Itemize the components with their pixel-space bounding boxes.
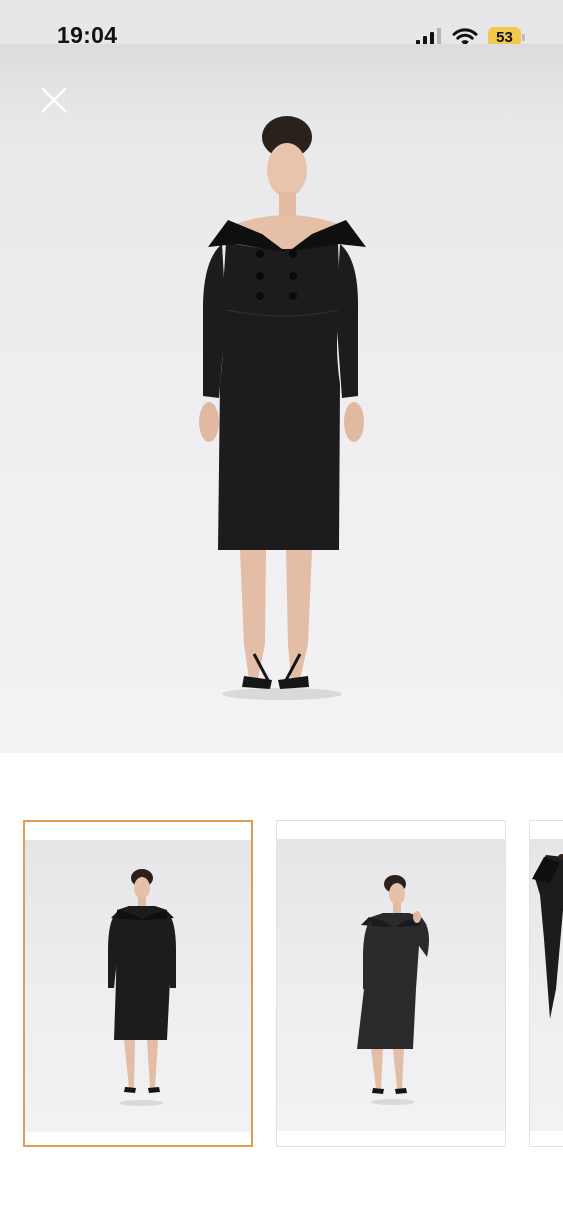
thumbnail-2-model	[357, 875, 429, 1105]
thumbnail-3-model	[532, 854, 563, 1019]
close-icon[interactable]	[38, 84, 70, 116]
thumbnail-3[interactable]	[529, 820, 563, 1147]
thumbnail-2[interactable]	[276, 820, 506, 1147]
thumbnail-3-photo	[530, 839, 563, 1131]
battery-tip	[522, 33, 525, 41]
model-photo	[199, 116, 366, 700]
status-bar: 19:04 53	[0, 0, 563, 48]
main-product-image[interactable]	[0, 44, 563, 753]
thumbnail-1-photo	[25, 840, 251, 1132]
thumbnail-strip[interactable]	[0, 818, 563, 1150]
thumbnail-1-model	[108, 869, 176, 1106]
thumbnail-2-photo	[277, 839, 505, 1131]
thumbnail-1[interactable]	[23, 820, 253, 1147]
product-image-viewer: 19:04 53	[0, 0, 563, 1219]
